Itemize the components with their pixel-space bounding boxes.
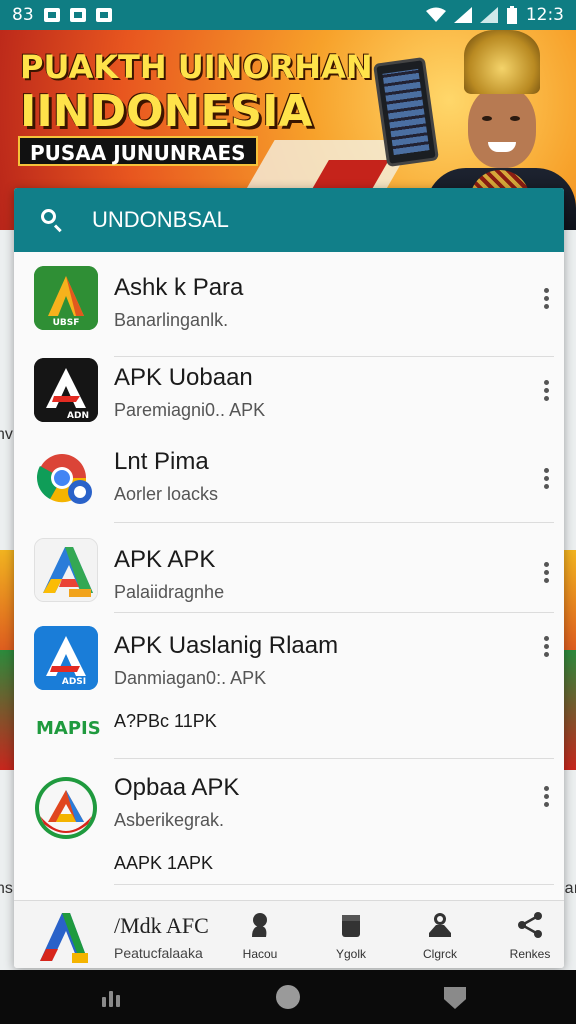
list-item[interactable]: ADN APK Uobaan Paremiagni0.. APK <box>14 358 564 438</box>
box-icon <box>337 911 365 939</box>
search-icon[interactable] <box>40 208 64 233</box>
app-subtitle: Danmiagan0:. APK <box>114 668 267 688</box>
apk-logo-icon <box>40 913 88 963</box>
search-bar <box>14 188 564 252</box>
app-notification-icon <box>95 8 112 22</box>
list-item[interactable]: Opbaa APK Asberikegrak. AAPK 1APK <box>14 770 564 896</box>
more-options-icon[interactable] <box>542 786 550 810</box>
nav-tab-label: Hacou <box>242 947 278 961</box>
app-subtitle: Asberikegrak. <box>114 810 225 830</box>
signal-2-icon <box>479 7 498 23</box>
wifi-icon <box>425 7 446 22</box>
share-icon <box>516 911 544 939</box>
search-results-card: UBSF Ashk k Para Banarlinganlk. ADN <box>14 188 564 968</box>
chrome-icon <box>34 448 98 512</box>
nav-tab-label: Renkes <box>509 947 551 961</box>
divider <box>114 612 554 613</box>
system-navigation-bar <box>0 970 576 1024</box>
gallery-notification-icon <box>43 8 60 22</box>
app-subtitle: Paremiagni0.. APK <box>114 400 266 420</box>
list-item[interactable]: APK APK Palaiidragnhe <box>14 536 564 622</box>
nav-tab-renkes[interactable]: Renkes <box>498 911 562 961</box>
banner-title-line2: IINDONESIA <box>20 86 313 137</box>
search-input[interactable] <box>92 207 472 233</box>
home-icon[interactable] <box>276 985 300 1009</box>
app-icon-label: ADSI <box>62 677 86 687</box>
nav-tab-ygolk[interactable]: Ygolk <box>319 911 383 961</box>
app-title: APK Uaslanig Rlaam <box>114 632 339 659</box>
app-title: Lnt Pima <box>114 448 209 475</box>
message-notification-icon <box>69 8 86 22</box>
more-options-icon[interactable] <box>542 562 550 586</box>
nav-tab-label: Clgrck <box>422 947 457 961</box>
back-icon[interactable] <box>444 987 466 1009</box>
bottom-nav-primary-title: /Mdk AFC <box>114 913 209 938</box>
banner-tagline: PUSAA JUNUNRAES <box>18 136 258 166</box>
bottom-nav-primary-sub: Peatucfalaaka <box>114 945 203 961</box>
app-size-text: AAPK 1APK <box>114 853 214 873</box>
more-options-icon[interactable] <box>542 636 550 660</box>
app-subtitle: Aorler loacks <box>114 484 219 504</box>
divider <box>114 884 554 885</box>
multicolor-a-icon <box>34 538 98 602</box>
status-left-text: 83 <box>12 5 34 25</box>
apk-home-tab[interactable] <box>36 907 92 965</box>
user-card-icon <box>426 911 454 939</box>
green-a-icon: UBSF <box>34 266 98 330</box>
list-item[interactable]: ADSI APK Uaslanig Rlaam Danmiagan0:. APK… <box>14 626 564 752</box>
crown-hat-illustration <box>464 30 540 94</box>
person-face-illustration <box>468 86 536 168</box>
app-title: APK Uobaan <box>114 364 253 391</box>
round-a-icon <box>34 776 98 840</box>
divider <box>114 522 554 523</box>
app-subtitle: Banarlinganlk. <box>114 310 229 330</box>
app-title: APK APK <box>114 546 216 573</box>
clock: 12:3 <box>525 5 564 25</box>
divider <box>114 758 554 759</box>
status-bar: 83 12:3 <box>0 0 576 30</box>
more-options-icon[interactable] <box>542 288 550 312</box>
app-title: Opbaa APK <box>114 774 240 801</box>
blue-a-icon: ADSI <box>34 626 98 690</box>
list-item[interactable]: UBSF Ashk k Para Banarlinganlk. <box>14 254 564 344</box>
nav-tab-hacou[interactable]: Hacou <box>228 911 292 961</box>
dark-a-icon: ADN <box>34 358 98 422</box>
app-title: Ashk k Para <box>114 274 244 301</box>
bottom-navigation: /Mdk AFC Peatucfalaaka Hacou Ygolk Clgrc… <box>14 900 564 968</box>
app-icon-label: UBSF <box>53 318 80 328</box>
app-subtitle: Palaiidragnhe <box>114 582 225 602</box>
banner-title-line1: PUAKTH UINORHAN <box>20 48 373 86</box>
mapis-badge: MAPIS <box>36 718 101 739</box>
divider <box>114 356 554 357</box>
nav-tab-clgrck[interactable]: Clgrck <box>408 911 472 961</box>
person-icon <box>246 911 274 939</box>
signal-icon <box>453 7 472 23</box>
more-options-icon[interactable] <box>542 468 550 492</box>
app-icon-label: ADN <box>67 411 89 421</box>
app-size-text: A?PBc 11PK <box>114 711 217 731</box>
recents-icon[interactable] <box>102 989 126 1007</box>
list-item[interactable]: Lnt Pima Aorler loacks <box>14 446 564 532</box>
apk-home-label[interactable]: /Mdk AFC Peatucfalaaka <box>114 913 209 961</box>
battery-icon <box>506 6 517 24</box>
nav-tab-label: Ygolk <box>335 947 367 961</box>
more-options-icon[interactable] <box>542 380 550 404</box>
